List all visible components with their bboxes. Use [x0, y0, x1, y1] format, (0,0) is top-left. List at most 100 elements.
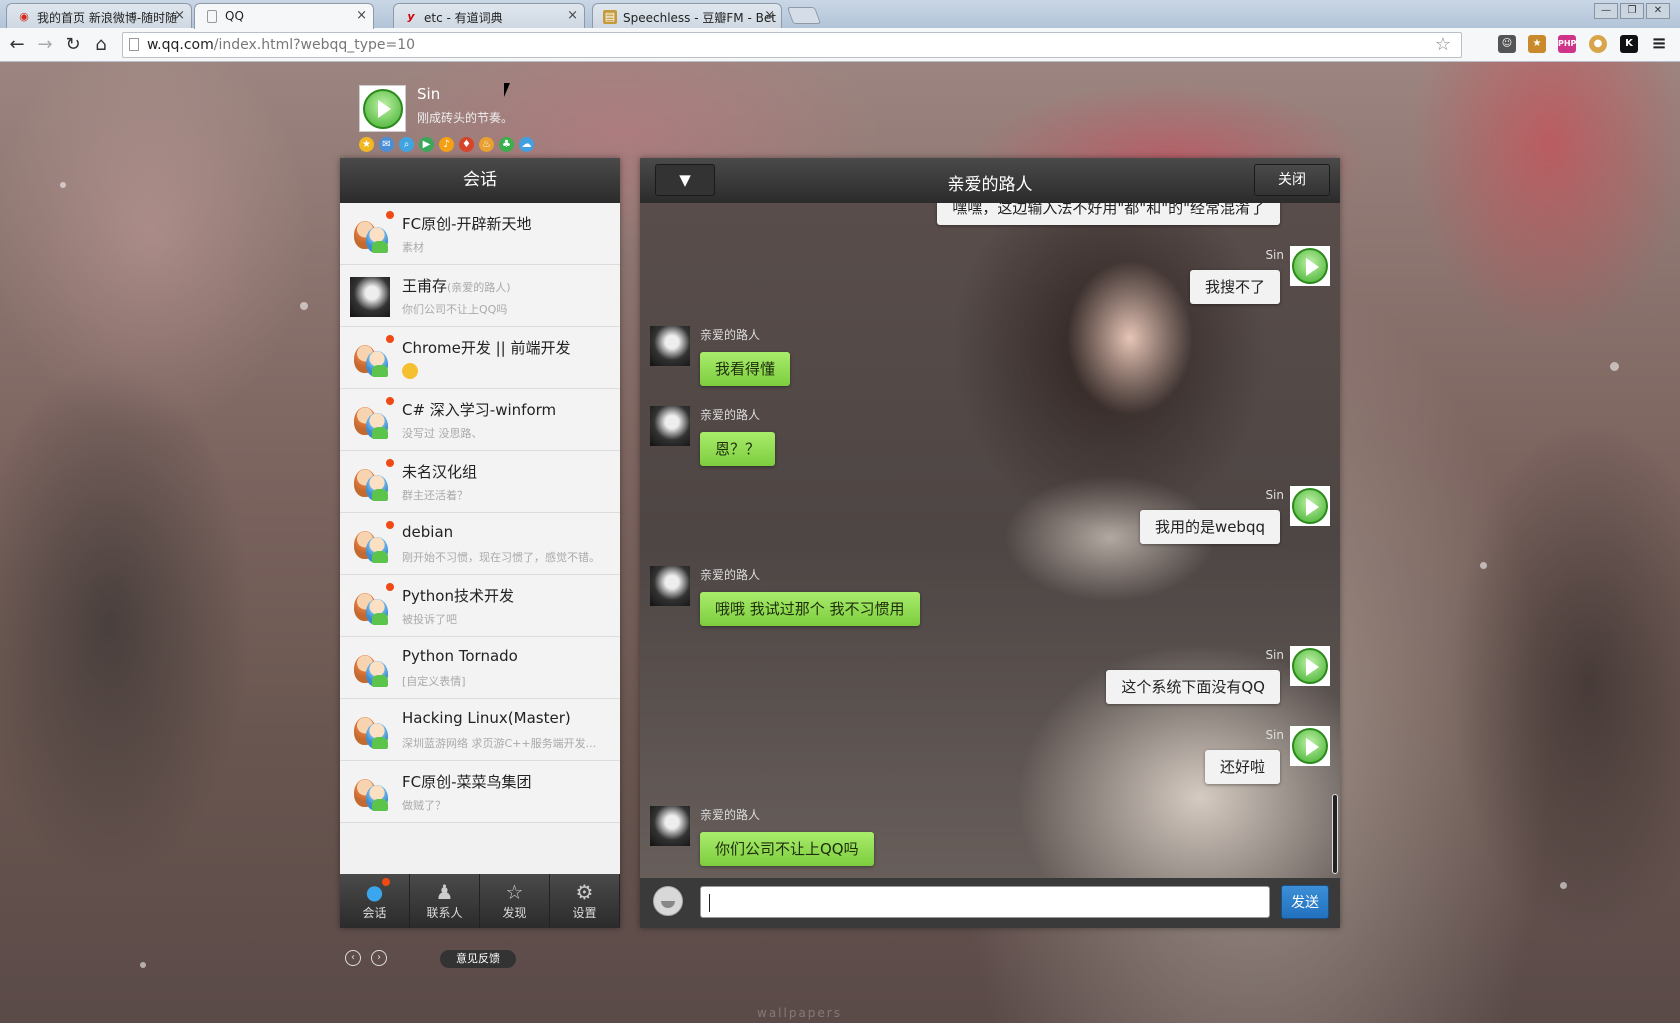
unread-dot [382, 878, 390, 886]
group-avatar-icon [350, 215, 390, 255]
tab-qq[interactable]: QQ × [194, 3, 374, 29]
contact-avatar[interactable] [650, 566, 690, 606]
message-input[interactable] [700, 886, 1270, 918]
cloud-icon[interactable]: ☁ [519, 137, 534, 152]
conversation-preview: 被投诉了吧 [402, 613, 457, 626]
favorite-star-icon[interactable]: ★ [359, 137, 374, 152]
group-avatar-icon [350, 587, 390, 627]
conversation-item[interactable]: debian 刚开始不习惯，现在习惯了，感觉不错。 [340, 513, 620, 575]
conversation-item[interactable]: FC原创-菜菜鸟集团 做贼了？ [340, 761, 620, 823]
conversation-name: Python技术开发 [402, 587, 514, 605]
emoji-icon [402, 363, 418, 379]
close-chat-button[interactable]: 关闭 [1254, 164, 1330, 196]
music-icon[interactable]: ♪ [439, 137, 454, 152]
conversation-item[interactable]: FC原创-开辟新天地 素材 [340, 203, 620, 265]
play-icon [363, 89, 403, 129]
youdao-icon: y [407, 10, 415, 23]
reload-button[interactable]: ↻ [62, 34, 84, 56]
profile-signature[interactable]: 刚成砖头的节奏。 [417, 109, 513, 126]
extension-icon[interactable]: ☺ [1498, 35, 1516, 53]
forward-button[interactable]: → [34, 34, 56, 56]
conversation-name: 未名汉化组 [402, 463, 478, 481]
tab-title: 我的首页 新浪微博-随时随 [37, 11, 178, 25]
nav-discover[interactable]: ☆ 发现 [480, 874, 550, 928]
message-bubble: 哦哦 我试过那个 我不习惯用 [700, 592, 920, 626]
conversation-name: Hacking Linux(Master) [402, 709, 571, 727]
send-button[interactable]: 发送 [1281, 885, 1329, 919]
game-icon[interactable]: ♦ [459, 137, 474, 152]
conversation-preview: 深圳蓝游网络 求页游C++服务端开发... [402, 737, 597, 750]
tab-weibo[interactable]: ◉ 我的首页 新浪微博-随时随 × [6, 3, 192, 28]
panel-title: 会话 [340, 158, 620, 203]
cookie-extension-icon[interactable]: ● [1589, 35, 1607, 53]
unread-dot [386, 583, 394, 591]
user-avatar[interactable] [1290, 646, 1330, 686]
user-avatar[interactable] [359, 85, 406, 132]
feedback-button[interactable]: 意见反馈 [440, 950, 516, 968]
back-button[interactable]: ← [6, 34, 28, 56]
message-bubble: 我看得懂 [700, 352, 791, 386]
mouse-cursor [504, 83, 510, 97]
conversation-item[interactable]: 王甫存(亲爱的路人) 你们公司不让上QQ吗 [340, 265, 620, 327]
maximize-button[interactable]: ❐ [1620, 3, 1644, 19]
contact-avatar[interactable] [650, 326, 690, 366]
chat-scrollbar[interactable] [1332, 794, 1338, 874]
conversation-item[interactable]: 未名汉化组 群主还活着？ [340, 451, 620, 513]
conversation-item[interactable]: Chrome开发 || 前端开发 [340, 327, 620, 389]
conversation-panel: 会话 FC原创-开辟新天地 素材 王甫存(亲爱的路人) 你们公司不让上QQ吗 C… [340, 158, 620, 928]
message-bubble: 我用的是webqq [1139, 510, 1280, 544]
video-icon[interactable]: ▶ [419, 137, 434, 152]
contact-avatar[interactable] [650, 806, 690, 846]
php-extension-icon[interactable]: PHP [1558, 35, 1576, 53]
conversation-item[interactable]: C# 深入学习-winform 没写过 没思路、 [340, 389, 620, 451]
bookmark-star-icon[interactable]: ☆ [1435, 33, 1451, 57]
emoji-picker-icon[interactable] [653, 886, 683, 916]
close-icon[interactable]: × [567, 8, 578, 23]
minimize-button[interactable]: — [1594, 3, 1618, 19]
group-avatar-icon [350, 401, 390, 441]
pet-icon[interactable]: ♨ [479, 137, 494, 152]
chevron-left-icon[interactable]: ‹ [345, 950, 361, 966]
bottom-nav: ● 会话 ♟ 联系人 ☆ 发现 ⚙ 设置 [340, 874, 620, 928]
nav-label: 发现 [502, 906, 527, 920]
nav-contacts[interactable]: ♟ 联系人 [410, 874, 480, 928]
tab-youdao[interactable]: y etc - 有道词典 × [393, 3, 585, 28]
close-icon[interactable]: × [764, 8, 775, 23]
conversation-item[interactable]: Hacking Linux(Master) 深圳蓝游网络 求页游C++服务端开发… [340, 699, 620, 761]
new-tab-button[interactable] [786, 7, 822, 24]
url-path: /index.html?webqq_type=10 [213, 37, 416, 53]
nav-conversations[interactable]: ● 会话 [340, 874, 410, 928]
home-button[interactable]: ⌂ [90, 34, 112, 56]
tab-title: etc - 有道词典 [424, 11, 503, 25]
browser-toolbar: ← → ↻ ⌂ w.qq.com/index.html?webqq_type=1… [0, 28, 1680, 62]
play-icon [1292, 248, 1328, 284]
address-bar[interactable]: w.qq.com/index.html?webqq_type=10 ☆ [122, 32, 1462, 58]
clover-icon[interactable]: ♣ [499, 137, 514, 152]
conversation-item[interactable]: Python技术开发 被投诉了吧 [340, 575, 620, 637]
user-avatar[interactable] [1290, 246, 1330, 286]
tab-title: QQ [225, 9, 244, 23]
chevron-right-icon[interactable]: › [371, 950, 387, 966]
search-icon[interactable]: ⌕ [399, 137, 414, 152]
group-avatar-icon [350, 711, 390, 751]
user-avatar[interactable] [1290, 486, 1330, 526]
close-icon[interactable]: × [356, 8, 367, 23]
message-bubble: 恩？？ [700, 432, 776, 466]
conversation-item[interactable]: Python Tornado [自定义表情] [340, 637, 620, 699]
extension-icon[interactable]: K [1620, 35, 1638, 53]
user-avatar[interactable] [1290, 726, 1330, 766]
tab-douban-fm[interactable]: ▤ Speechless - 豆瓣FM - Bet × [592, 3, 782, 28]
close-window-button[interactable]: ✕ [1646, 3, 1670, 19]
contact-avatar[interactable] [650, 406, 690, 446]
mail-icon[interactable]: ✉ [379, 137, 394, 152]
nav-settings[interactable]: ⚙ 设置 [550, 874, 620, 928]
close-icon[interactable]: × [174, 8, 185, 23]
menu-icon[interactable]: ≡ [1650, 35, 1668, 53]
conversation-name: debian [402, 523, 454, 541]
chat-header: ▼ 亲爱的路人 关闭 [640, 158, 1340, 203]
star-icon: ☆ [505, 880, 524, 904]
page-icon [207, 10, 217, 23]
sender-name: 亲爱的路人 [700, 568, 761, 582]
unread-dot [386, 211, 394, 219]
extension-icon[interactable]: ★ [1528, 35, 1546, 53]
